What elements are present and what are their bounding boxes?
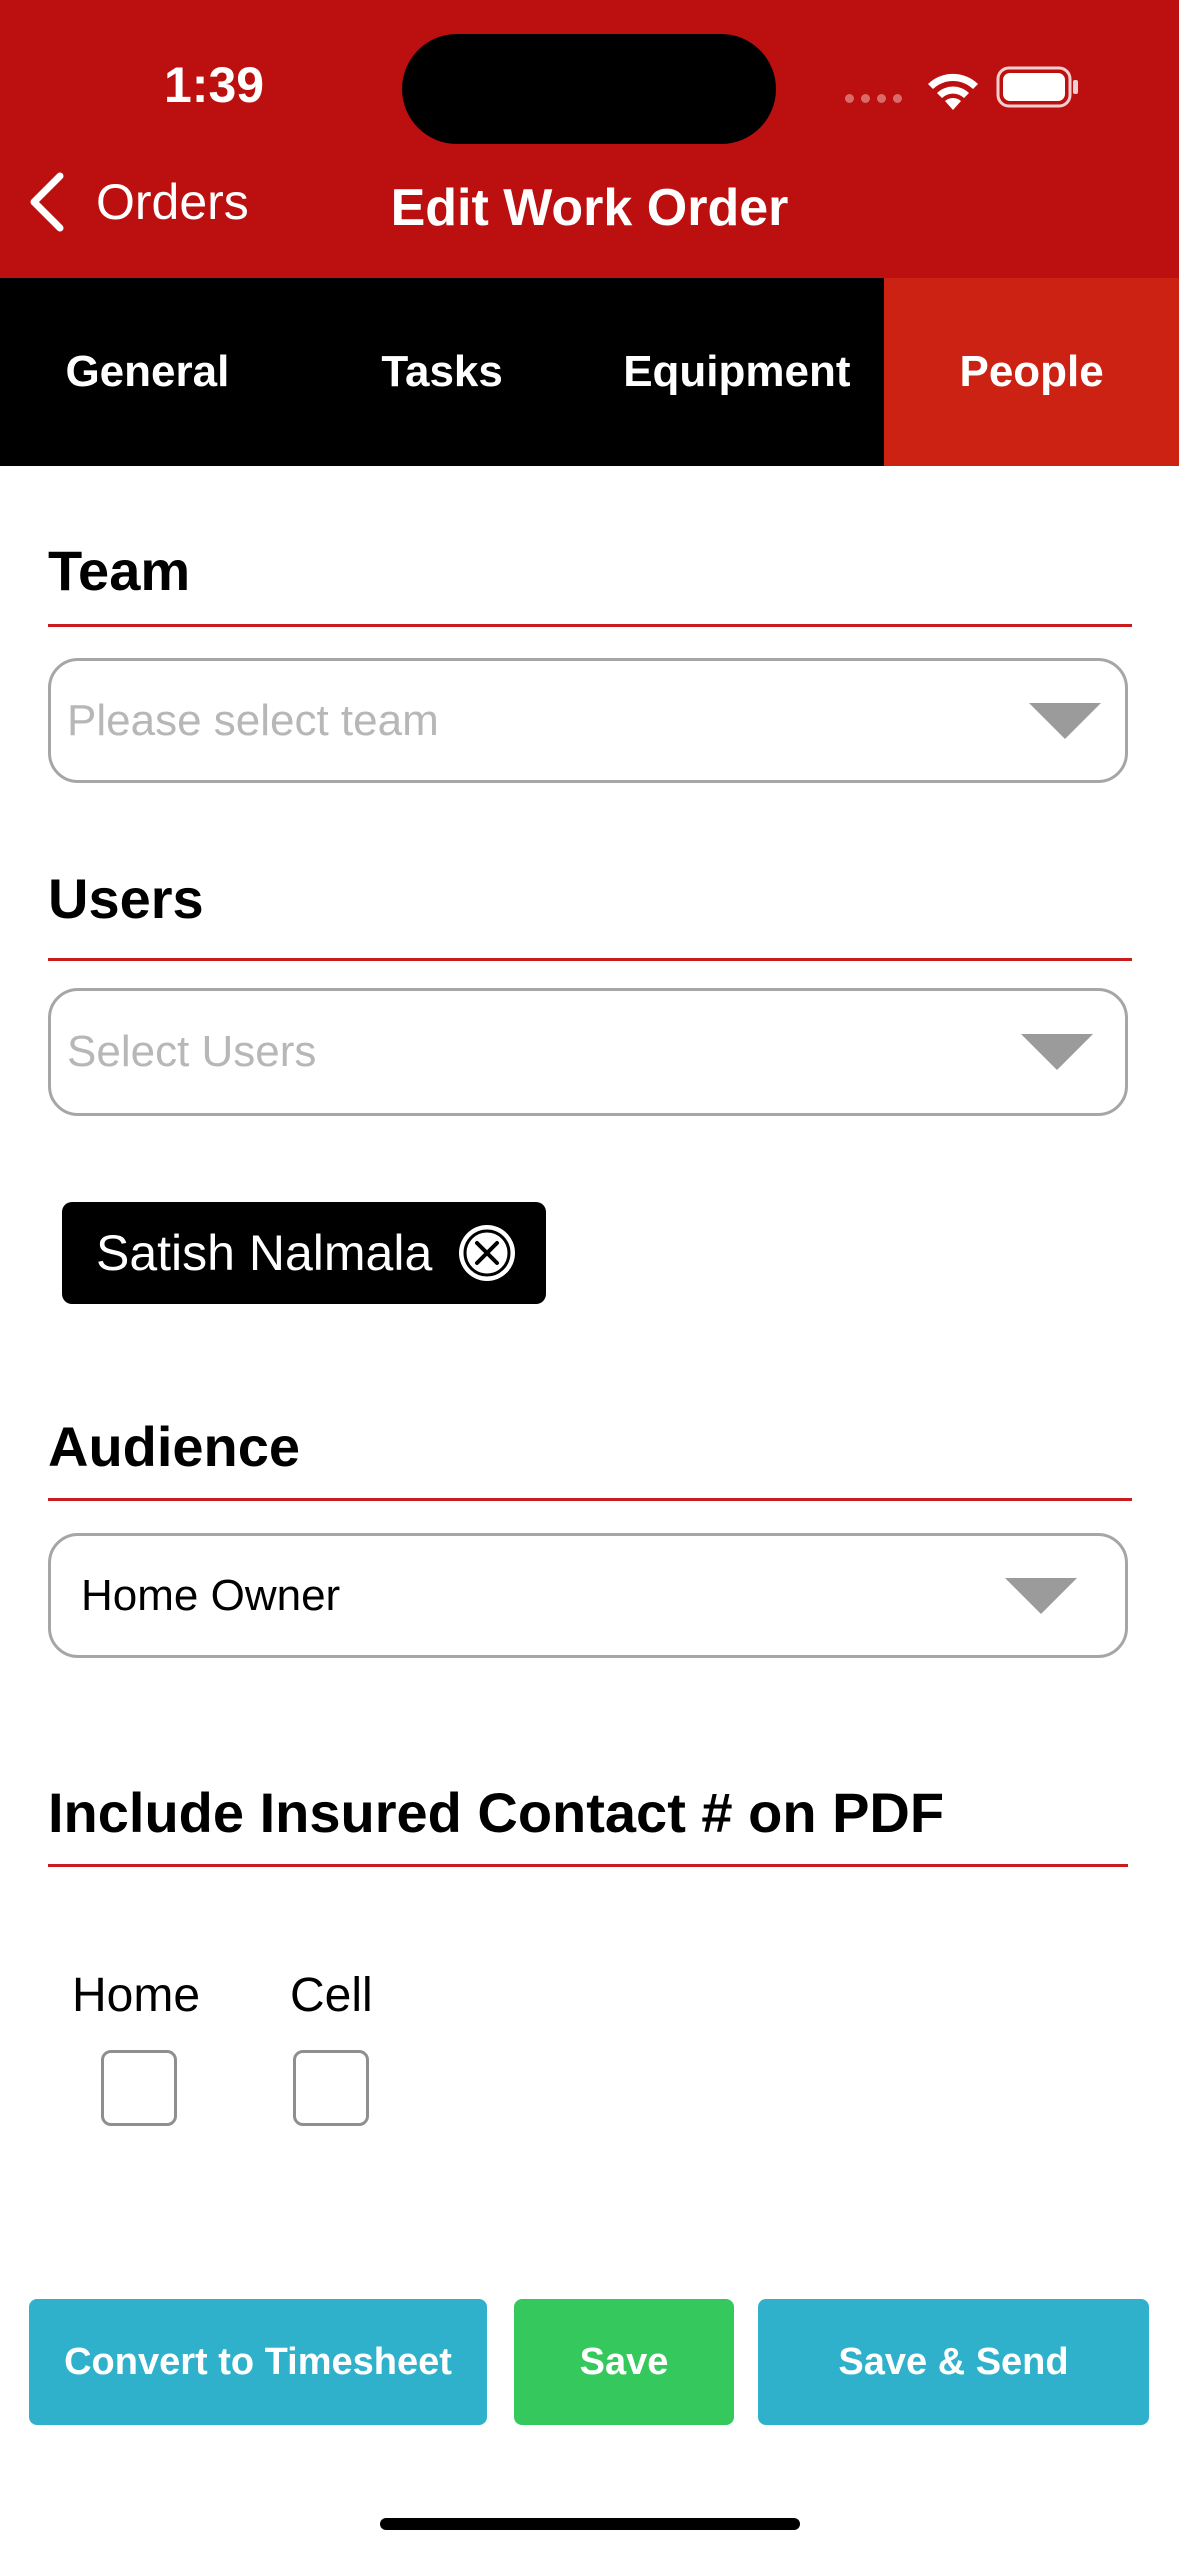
dynamic-island xyxy=(402,34,776,144)
team-divider xyxy=(48,624,1132,627)
team-select[interactable]: Please select team xyxy=(48,658,1128,783)
users-title: Users xyxy=(48,867,204,930)
cell-label: Cell xyxy=(290,1969,373,2022)
insured-contact-title: Include Insured Contact # on PDF xyxy=(48,1781,945,1844)
tab-bar: General Tasks Equipment People xyxy=(0,278,1179,466)
users-select[interactable]: Select Users xyxy=(48,988,1128,1116)
home-checkbox[interactable] xyxy=(101,2050,177,2126)
save-button[interactable]: Save xyxy=(514,2299,734,2425)
home-label: Home xyxy=(72,1969,201,2022)
convert-to-timesheet-button[interactable]: Convert to Timesheet xyxy=(29,2299,487,2425)
audience-select[interactable]: Home Owner xyxy=(48,1533,1128,1658)
tab-equipment[interactable]: Equipment xyxy=(590,278,885,466)
users-divider xyxy=(48,958,1132,961)
tab-general[interactable]: General xyxy=(0,278,295,466)
page-title: Edit Work Order xyxy=(390,179,789,237)
audience-value: Home Owner xyxy=(81,1570,341,1620)
dropdown-caret-icon xyxy=(1005,1577,1077,1614)
users-placeholder: Select Users xyxy=(67,1027,317,1076)
remove-circle-x-icon[interactable] xyxy=(458,1224,516,1282)
dropdown-caret-icon xyxy=(1021,1034,1093,1070)
home-indicator xyxy=(380,2518,800,2530)
audience-divider xyxy=(48,1498,1132,1501)
save-and-send-button[interactable]: Save & Send xyxy=(758,2299,1149,2425)
team-title: Team xyxy=(48,539,191,602)
tab-people[interactable]: People xyxy=(884,278,1179,466)
wifi-icon xyxy=(928,73,978,110)
insured-contact-divider xyxy=(48,1864,1128,1867)
battery-icon xyxy=(996,66,1078,108)
user-chip-label: Satish Nalmala xyxy=(96,1225,433,1281)
dropdown-caret-icon xyxy=(1029,702,1101,739)
user-chip: Satish Nalmala xyxy=(62,1202,547,1304)
signal-icon xyxy=(845,94,902,103)
tab-tasks[interactable]: Tasks xyxy=(295,278,590,466)
status-time: 1:39 xyxy=(164,57,265,113)
cell-checkbox[interactable] xyxy=(293,2050,369,2126)
audience-title: Audience xyxy=(48,1415,301,1478)
team-placeholder: Please select team xyxy=(67,695,439,745)
